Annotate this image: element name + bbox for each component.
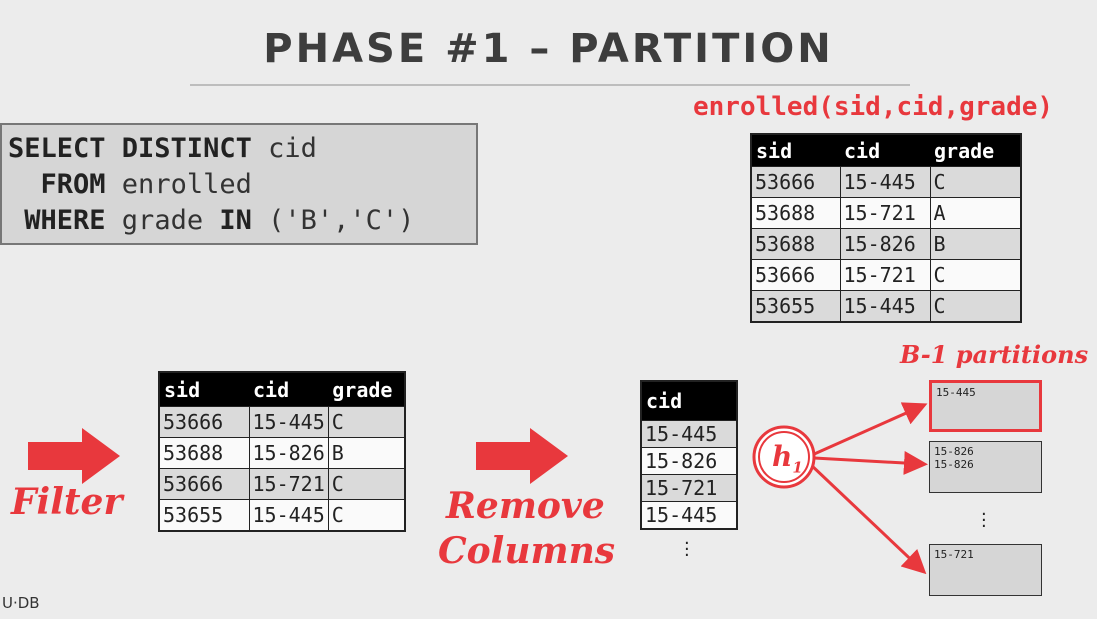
table-cell: 15-721	[248, 468, 329, 500]
partition-entry: 15-826	[934, 445, 974, 458]
partition-entry: 15-721	[934, 548, 974, 561]
sql-text: grade	[105, 205, 220, 236]
table-row: 53666 15-445 C	[750, 166, 1022, 198]
partition-arrow	[811, 402, 928, 457]
table-cell: 53655	[158, 499, 250, 532]
partition-entry: 15-445	[936, 386, 976, 399]
sql-keyword: IN	[219, 205, 252, 236]
more-partitions-ellipsis: · · ·	[981, 504, 987, 537]
column-header: cid	[840, 134, 930, 167]
table-cell: 15-826	[839, 228, 931, 260]
table-cell: C	[929, 259, 1022, 291]
table-cell: 15-826	[640, 447, 738, 475]
table-row: 53688 15-721 A	[750, 197, 1022, 229]
cid-table: cid 15-445 15-826 15-721 15-445	[640, 380, 738, 530]
table-cell: 15-445	[248, 406, 329, 438]
table-cell: 15-445	[839, 166, 931, 198]
table-cell: 15-721	[640, 474, 738, 502]
column-header: grade	[930, 134, 1021, 167]
table-cell: 15-445	[839, 290, 931, 323]
table-cell: 53655	[750, 290, 841, 323]
table-cell: 15-826	[248, 437, 329, 469]
filter-arrow-icon	[28, 428, 120, 484]
slide-title: PHASE #1 – PARTITION	[263, 26, 834, 72]
table-cell: 15-721	[839, 259, 931, 291]
table-row: 15-721	[640, 474, 738, 502]
partition-box: 15-721	[929, 544, 1042, 596]
columns-label: Columns	[438, 530, 616, 572]
hash-label-subscript: 1	[792, 458, 803, 477]
remove-label: Remove	[446, 485, 605, 527]
table-cell: 53666	[158, 468, 250, 500]
table-row: 15-445	[640, 501, 738, 530]
table-cell: C	[327, 406, 406, 438]
relation-title: enrolled(sid,cid,grade)	[693, 92, 1054, 122]
table-cell: C	[327, 499, 406, 532]
table-row: 53688 15-826 B	[158, 437, 406, 469]
footer-logo: U·DB	[2, 594, 40, 612]
table-cell: 15-721	[839, 197, 931, 229]
table-row: 53655 15-445 C	[750, 290, 1022, 323]
table-cell: A	[929, 197, 1022, 229]
table-row: 53666 15-445 C	[158, 406, 406, 438]
hash-diagram	[752, 402, 928, 575]
table-cell: 53688	[158, 437, 250, 469]
table-cell: B	[929, 228, 1022, 260]
partition-arrow	[808, 462, 927, 575]
table-cell: 53688	[750, 197, 841, 229]
sql-text: enrolled	[105, 169, 252, 200]
sql-keyword: FROM	[40, 169, 106, 200]
table-cell: 53688	[750, 228, 841, 260]
table-row: 53666 15-721 C	[158, 468, 406, 500]
table-cell: 53666	[158, 406, 250, 438]
table-cell: 15-445	[640, 420, 738, 448]
filter-label: Filter	[11, 481, 123, 523]
more-rows-ellipsis: · · ·	[684, 533, 690, 566]
table-row: 15-445	[640, 420, 738, 448]
table-row: 15-826	[640, 447, 738, 475]
table-cell: C	[929, 290, 1022, 323]
sql-keyword: SELECT DISTINCT	[8, 133, 252, 164]
sql-keyword: WHERE	[24, 205, 106, 236]
partition-box: 15-445	[929, 380, 1042, 432]
table-row: 53688 15-826 B	[750, 228, 1022, 260]
remove-columns-arrow-icon	[476, 428, 568, 484]
column-header: sid	[159, 372, 249, 407]
table-cell: 53666	[750, 259, 841, 291]
column-header: sid	[751, 134, 840, 167]
enrolled-table: sid cid grade 53666 15-445 C 53688 15-721 A …	[750, 133, 1022, 323]
sql-query-box: SELECT DISTINCT cid FROM enrolled WHERE …	[0, 123, 478, 245]
table-cell: 15-445	[248, 499, 329, 532]
table-cell: 53666	[750, 166, 841, 198]
partition-arrow	[813, 451, 928, 475]
title-divider	[190, 84, 910, 86]
table-cell: 15-445	[640, 501, 738, 530]
column-header: cid	[641, 381, 737, 421]
sql-text: cid	[251, 133, 317, 164]
table-row: 53655 15-445 C	[158, 499, 406, 532]
sql-text: ('B','C')	[251, 205, 415, 236]
column-header: cid	[249, 372, 329, 407]
table-cell: B	[327, 437, 406, 469]
partition-entry: 15-826	[934, 458, 974, 471]
table-row: 53666 15-721 C	[750, 259, 1022, 291]
column-header: grade	[328, 372, 406, 407]
table-cell: C	[929, 166, 1022, 198]
hash-label: h1	[772, 440, 803, 477]
table-cell: C	[327, 468, 406, 500]
partition-box: 15-826 15-826	[929, 441, 1042, 493]
hash-label-h: h	[772, 440, 793, 473]
partitions-label: B-1 partitions	[900, 340, 1089, 369]
filtered-table: sid cid grade 53666 15-445 C 53688 15-826 B …	[158, 371, 407, 532]
